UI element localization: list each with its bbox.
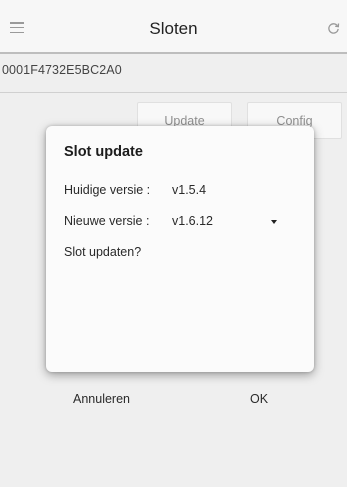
current-version-label: Huidige versie : [64,183,151,197]
new-version-label: Nieuwe versie : [64,214,150,228]
ok-button[interactable]: OK [250,392,268,406]
new-version-select[interactable]: v1.6.12 [172,214,213,228]
current-version-value: v1.5.4 [172,183,207,197]
dropdown-arrow-icon[interactable] [271,220,277,224]
slot-update-dialog: Slot update Huidige versie : v1.5.4 Nieu… [46,126,314,406]
device-id-label: 0001F4732E5BC2A0 [2,63,122,77]
dialog-title: Slot update [64,144,143,160]
update-question: Slot updaten? [64,245,142,259]
divider [0,92,347,93]
page-title: Sloten [149,19,198,38]
cancel-button[interactable]: Annuleren [73,392,130,406]
refresh-icon[interactable] [327,22,340,35]
app-bar: Sloten [0,0,347,54]
